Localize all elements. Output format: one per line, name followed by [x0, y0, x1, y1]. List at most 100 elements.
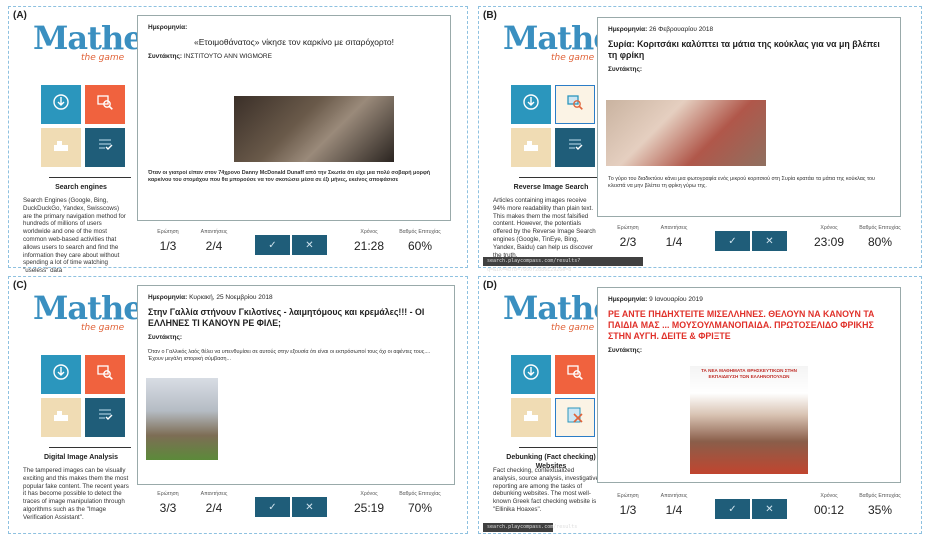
article-body: Όταν οι γιατροί είπαν στον 74χρονο Danny… [148, 170, 431, 183]
logo-text: Mathe [33, 19, 144, 57]
check-icon: ✓ [728, 235, 737, 247]
answers-counter-value: 2/4 [205, 239, 223, 253]
game-logo: Mathe the game [503, 289, 614, 341]
success-score-label: Βαθμός Επιτυχίας [859, 225, 901, 231]
timer: Χρόνος 21:28 [347, 229, 391, 253]
reject-button[interactable]: ✕ [292, 497, 327, 517]
check-icon: ✓ [268, 239, 277, 251]
tool-tile-image-analysis[interactable] [41, 398, 81, 437]
divider [49, 177, 131, 178]
success-score-label: Βαθμός Επιτυχίας [399, 491, 441, 497]
download-icon [51, 362, 71, 387]
tool-tile-fact-check[interactable] [85, 128, 125, 167]
success-score-value: 80% [867, 235, 893, 249]
success-score: Βαθμός Επιτυχίας 35% [859, 493, 901, 517]
tool-tile-image-search[interactable] [555, 85, 595, 124]
answers-counter: Απαντήσεις 1/4 [653, 225, 695, 249]
tool-tile-download[interactable] [511, 85, 551, 124]
logo-subtitle: the game [551, 323, 595, 333]
tool-tile-download[interactable] [41, 355, 81, 394]
close-icon: ✕ [305, 501, 314, 513]
tool-tiles [511, 355, 597, 439]
reject-button[interactable]: ✕ [752, 499, 787, 519]
article-date: Ημερομηνία: Κυριακή, 25 Νοεμβρίου 2018 [148, 294, 454, 301]
timer-label: Χρόνος [360, 229, 378, 235]
panel-1: (A) Mathe the game Search engines Search Eng… [8, 6, 468, 274]
fact-check-icon [565, 405, 585, 430]
panel-2: (B) Mathe the game Reverse Image Search Arti… [478, 6, 922, 273]
panel-3: (C) Mathe the game Digital Image Analysis Th… [8, 276, 468, 534]
accept-button[interactable]: ✓ [255, 497, 290, 517]
tool-title: Reverse Image Search [513, 184, 589, 191]
article-body: Όταν ο Γαλλικός λαός θέλει να υπενθυμίσε… [148, 349, 431, 362]
tool-tiles [511, 85, 597, 169]
tool-tile-image-analysis[interactable] [511, 128, 551, 167]
image-headline: ΤΑ ΝΕΑ ΜΑΘΗΜΑΤΑ ΘΡΗΣΚΕΥΤΙΚΩΝ ΣΤΗΝ ΕΚΠΑΙΔ… [701, 368, 797, 379]
question-counter: Ερώτηση 2/3 [607, 225, 649, 249]
author-label: Συντάκτης: [148, 53, 183, 60]
question-counter-value: 2/3 [619, 235, 637, 249]
answers-counter-label: Απαντήσεις [660, 225, 688, 231]
answers-counter-label: Απαντήσεις [660, 493, 688, 499]
author-label: Συντάκτης: [148, 334, 183, 341]
tool-tiles [41, 85, 127, 169]
date-value: Κυριακή, 25 Νοεμβρίου 2018 [189, 294, 273, 301]
question-counter-label: Ερώτηση [157, 229, 179, 235]
reject-button[interactable]: ✕ [292, 235, 327, 255]
sidebar: Mathe the game Digital Image Analysis The t… [19, 289, 144, 529]
image-analysis-icon [51, 135, 71, 160]
timer: Χρόνος 23:09 [807, 225, 851, 249]
reject-button[interactable]: ✕ [752, 231, 787, 251]
author-label: Συντάκτης: [608, 347, 643, 354]
timer-value: 21:28 [353, 239, 385, 253]
article-card: Ημερομηνία: 26 Φεβρουαρίου 2018 Συρία: Κο… [597, 17, 901, 217]
success-score-label: Βαθμός Επιτυχίας [859, 493, 901, 499]
accept-button[interactable]: ✓ [715, 499, 750, 519]
timer: Χρόνος 00:12 [807, 493, 851, 517]
article-author: Συντάκτης: [608, 66, 900, 73]
tool-tile-download[interactable] [41, 85, 81, 124]
article-photo [234, 96, 394, 162]
fact-check-icon [95, 405, 115, 430]
tool-tile-fact-check[interactable] [555, 398, 595, 437]
game-logo: Mathe the game [33, 289, 144, 341]
accept-button[interactable]: ✓ [715, 231, 750, 251]
close-icon: ✕ [765, 503, 774, 515]
question-counter-label: Ερώτηση [157, 491, 179, 497]
status-url-bar: search.playcompass.com/results?q=&ik=4bf… [483, 257, 643, 273]
success-score: Βαθμός Επιτυχίας 60% [399, 229, 441, 253]
image-search-icon [95, 92, 115, 117]
logo-subtitle: the game [81, 53, 125, 63]
author-label: Συντάκτης: [608, 66, 643, 73]
download-icon [521, 92, 541, 117]
date-value: 26 Φεβρουαρίου 2018 [649, 26, 714, 33]
article-title: Στην Γαλλία στήνουν Γκιλοτίνες - λαιμητό… [148, 307, 425, 328]
answers-counter: Απαντήσεις 1/4 [653, 493, 695, 517]
image-analysis-icon [521, 135, 541, 160]
answers-counter: Απαντήσεις 2/4 [193, 229, 235, 253]
tool-title: Digital Image Analysis [43, 454, 119, 461]
score-bar: Ερώτηση 1/3 Απαντήσεις 1/4 Χρόνος 00:12 Βαθμός… [597, 493, 901, 533]
accept-button[interactable]: ✓ [255, 235, 290, 255]
tool-tile-image-search[interactable] [85, 355, 125, 394]
divider [519, 177, 601, 178]
score-bar: Ερώτηση 3/3 Απαντήσεις 2/4 Χρόνος 25:19 Βαθμός… [137, 491, 441, 531]
tool-tile-fact-check[interactable] [85, 398, 125, 437]
question-counter-label: Ερώτηση [617, 225, 639, 231]
tool-tile-image-search[interactable] [85, 85, 125, 124]
date-label: Ημερομηνία: [608, 26, 648, 33]
tool-description: Articles containing images receive 94% m… [493, 197, 596, 259]
question-counter: Ερώτηση 1/3 [147, 229, 189, 253]
tool-tile-image-search[interactable] [555, 355, 595, 394]
author-value: ΙΝΣΤΙΤΟΥΤΟ ANN WIGMORE [183, 53, 272, 60]
tool-tile-image-analysis[interactable] [41, 128, 81, 167]
download-icon [521, 362, 541, 387]
tool-tile-download[interactable] [511, 355, 551, 394]
question-counter: Ερώτηση 1/3 [607, 493, 649, 517]
tool-tile-fact-check[interactable] [555, 128, 595, 167]
success-score: Βαθμός Επιτυχίας 80% [859, 225, 901, 249]
timer: Χρόνος 25:19 [347, 491, 391, 515]
image-search-icon [565, 362, 585, 387]
tool-tile-image-analysis[interactable] [511, 398, 551, 437]
article-photo: ΤΑ ΝΕΑ ΜΑΘΗΜΑΤΑ ΘΡΗΣΚΕΥΤΙΚΩΝ ΣΤΗΝ ΕΚΠΑΙΔ… [690, 366, 808, 474]
